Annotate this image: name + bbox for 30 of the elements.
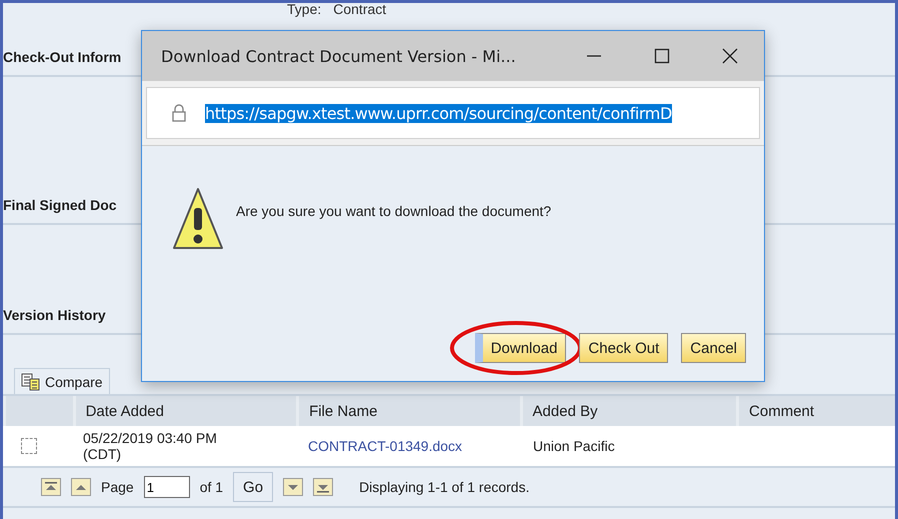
type-label: Type: bbox=[287, 3, 322, 19]
page-count: of 1 bbox=[200, 479, 224, 495]
compare-button[interactable]: Compare bbox=[14, 368, 110, 394]
file-link[interactable]: CONTRACT-01349.docx bbox=[308, 438, 462, 454]
first-page-icon[interactable] bbox=[41, 478, 61, 496]
lock-icon bbox=[171, 103, 187, 123]
go-button[interactable]: Go bbox=[233, 472, 274, 502]
next-page-icon[interactable] bbox=[283, 478, 304, 496]
row-checkbox[interactable] bbox=[21, 438, 37, 454]
records-status: Displaying 1-1 of 1 records. bbox=[359, 479, 530, 495]
minimize-icon bbox=[586, 55, 602, 57]
dialog-title: Download Contract Document Version - Mi... bbox=[161, 46, 517, 66]
previous-page-icon[interactable] bbox=[71, 478, 91, 496]
type-value: Contract bbox=[333, 3, 386, 19]
dialog-button[interactable]: Check Out bbox=[579, 333, 668, 363]
dialog-button[interactable]: Download bbox=[474, 333, 566, 363]
section-heading: Final Signed Doc bbox=[3, 197, 117, 213]
section-heading: Check-Out Inform bbox=[3, 49, 122, 65]
page-label: Page bbox=[101, 479, 134, 495]
table-cell: Union Pacific bbox=[533, 438, 615, 454]
close-icon bbox=[722, 48, 738, 64]
section-heading: Version History bbox=[3, 307, 106, 323]
confirmation-message: Are you sure you want to download the document? bbox=[236, 203, 552, 219]
url-text[interactable]: https://sapgw.xtest.www.uprr.com/sourcing/content/confirmD bbox=[205, 104, 672, 122]
dialog-button[interactable]: Cancel bbox=[681, 333, 746, 363]
last-page-icon[interactable] bbox=[313, 478, 334, 496]
maximize-icon bbox=[654, 48, 670, 64]
document-compare-icon bbox=[21, 372, 41, 390]
table-cell-text: 05/22/2019 03:40 PM (CDT) bbox=[83, 430, 218, 462]
page-input-field[interactable]: 1 bbox=[144, 476, 190, 498]
